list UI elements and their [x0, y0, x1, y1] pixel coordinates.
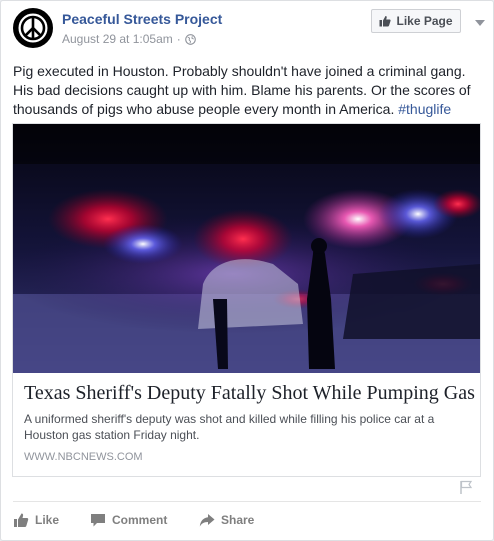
like-page-label: Like Page	[396, 14, 453, 28]
thumbs-up-icon	[14, 513, 29, 527]
share-arrow-icon	[199, 514, 215, 527]
flag-icon[interactable]	[459, 480, 473, 494]
link-preview-card[interactable]: Texas Sheriff's Deputy Fatally Shot Whil…	[12, 123, 481, 477]
chevron-down-icon[interactable]	[475, 20, 485, 26]
like-label: Like	[35, 513, 60, 527]
link-description: A uniformed sheriff's deputy was shot an…	[24, 412, 435, 442]
link-title[interactable]: Texas Sheriff's Deputy Fatally Shot Whil…	[24, 382, 475, 405]
comment-button[interactable]: Comment	[90, 512, 167, 528]
post-meta: August 29 at 1:05am ·	[62, 32, 196, 46]
page-name-link[interactable]: Peaceful Streets Project	[62, 11, 222, 27]
action-divider	[13, 501, 481, 502]
like-page-button[interactable]: Like Page	[371, 9, 461, 33]
meta-separator: ·	[176, 32, 181, 46]
like-button[interactable]: Like	[13, 512, 59, 528]
hashtag-link[interactable]: #thuglife	[398, 101, 451, 117]
comment-label: Comment	[112, 513, 168, 527]
news-photo	[13, 124, 480, 373]
post-card: Peaceful Streets Project August 29 at 1:…	[0, 0, 494, 541]
thumbs-up-icon	[379, 16, 392, 27]
share-label: Share	[221, 513, 255, 527]
link-source: WWW.NBCNEWS.COM	[24, 451, 143, 463]
post-timestamp[interactable]: August 29 at 1:05am	[62, 32, 173, 46]
comment-icon	[91, 514, 105, 527]
page-avatar[interactable]	[13, 8, 53, 48]
share-button[interactable]: Share	[199, 512, 254, 528]
globe-icon[interactable]	[184, 33, 196, 45]
post-text: Pig executed in Houston. Probably should…	[13, 62, 483, 119]
